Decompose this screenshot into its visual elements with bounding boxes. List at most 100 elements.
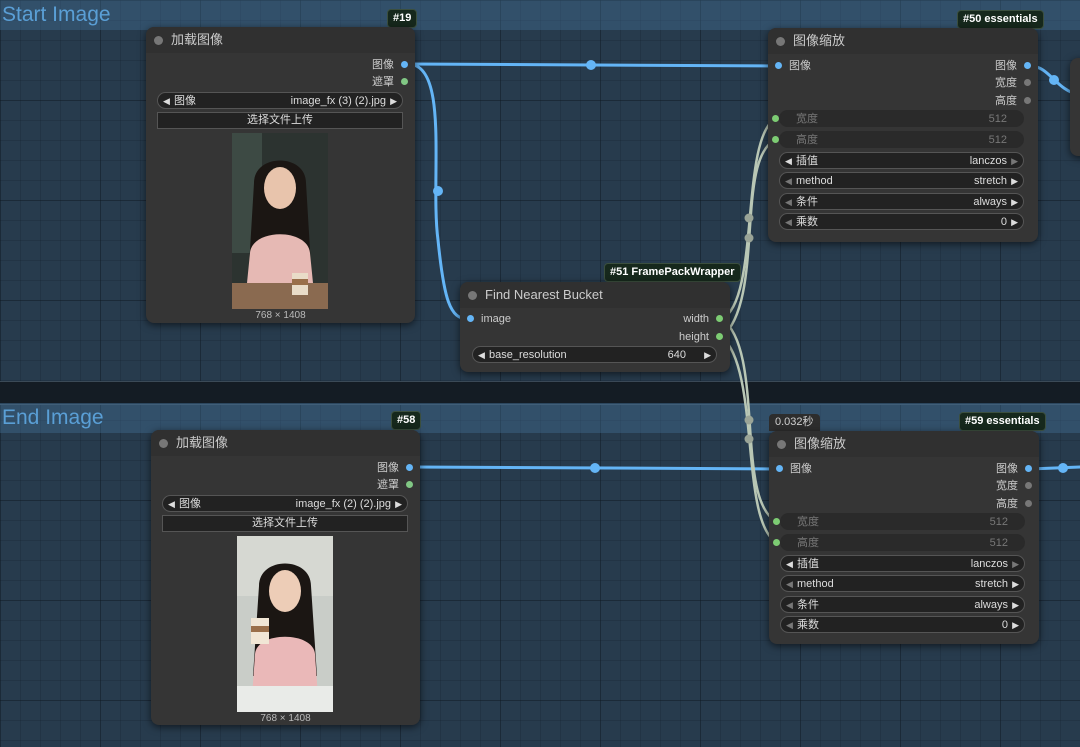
input-image-dot-icon xyxy=(776,465,783,472)
output-image-dot-icon xyxy=(401,61,408,68)
output-height-dot-icon xyxy=(1025,500,1032,507)
collapse-dot-icon[interactable] xyxy=(777,440,786,449)
method-widget[interactable]: ◀ method stretch ▶ xyxy=(779,172,1024,189)
arrow-left-icon: ◀ xyxy=(786,559,793,569)
load-image-node-end[interactable]: 加载图像 图像 遮罩 ◀ 图像 image_fx (2) (2).jpg ▶ 选… xyxy=(151,430,420,725)
node-title: 图像缩放 xyxy=(793,33,846,48)
node-id-badge: #51 FramePackWrapper xyxy=(604,263,741,282)
node-title: 加载图像 xyxy=(171,32,224,47)
collapse-dot-icon[interactable] xyxy=(154,36,163,45)
node-id-badge: #58 xyxy=(391,411,422,430)
output-mask[interactable]: 遮罩 xyxy=(377,478,413,492)
output-height[interactable]: 高度 xyxy=(996,497,1032,511)
method-widget[interactable]: ◀ method stretch ▶ xyxy=(780,575,1025,592)
arrow-left-icon: ◀ xyxy=(163,96,170,106)
output-image[interactable]: 图像 xyxy=(372,58,408,72)
base-resolution-widget[interactable]: ◀ base_resolution 640 ▶ xyxy=(472,346,717,363)
multiplier-widget[interactable]: ◀ 乘数 0 ▶ xyxy=(780,616,1025,633)
multiplier-widget[interactable]: ◀ 乘数 0 ▶ xyxy=(779,213,1024,230)
output-height[interactable]: 高度 xyxy=(995,94,1031,108)
arrow-right-icon: ▶ xyxy=(1012,579,1019,589)
node-title-bar[interactable]: 图像缩放 xyxy=(769,431,1039,457)
output-mask-dot-icon xyxy=(406,481,413,488)
image-resize-node-start[interactable]: 图像缩放 图像 图像 宽度 高度 宽度 512 高度 512 ◀ 插值 lanczos ▶… xyxy=(768,28,1038,242)
output-image[interactable]: 图像 xyxy=(377,461,413,475)
output-height-dot-icon xyxy=(1024,97,1031,104)
input-image-dot-icon xyxy=(775,62,782,69)
interpolation-widget[interactable]: ◀ 插值 lanczos ▶ xyxy=(779,152,1024,169)
width-widget[interactable]: 宽度 512 xyxy=(780,513,1025,530)
input-height-dot-icon[interactable] xyxy=(773,539,780,546)
height-widget[interactable]: 高度 512 xyxy=(780,534,1025,551)
output-width[interactable]: 宽度 xyxy=(996,479,1032,493)
collapse-dot-icon[interactable] xyxy=(159,439,168,448)
arrow-left-icon: ◀ xyxy=(785,197,792,207)
output-image-dot-icon xyxy=(1025,465,1032,472)
condition-widget[interactable]: ◀ 条件 always ▶ xyxy=(780,596,1025,613)
arrow-left-icon: ◀ xyxy=(785,217,792,227)
image-preview xyxy=(232,133,328,309)
arrow-right-icon: ▶ xyxy=(704,350,711,360)
node-title-bar[interactable]: 加载图像 xyxy=(146,27,415,53)
arrow-left-icon: ◀ xyxy=(786,579,793,589)
node-title-bar[interactable]: Find Nearest Bucket xyxy=(460,282,730,308)
output-width-dot-icon xyxy=(1025,482,1032,489)
image-select-widget[interactable]: ◀ 图像 image_fx (3) (2).jpg ▶ xyxy=(157,92,403,109)
arrow-right-icon: ▶ xyxy=(395,499,402,509)
image-select-widget[interactable]: ◀ 图像 image_fx (2) (2).jpg ▶ xyxy=(162,495,408,512)
condition-widget[interactable]: ◀ 条件 always ▶ xyxy=(779,193,1024,210)
output-image[interactable]: 图像 xyxy=(996,462,1032,476)
input-height-dot-icon[interactable] xyxy=(772,136,779,143)
collapse-dot-icon[interactable] xyxy=(468,291,477,300)
load-image-node-start[interactable]: 加载图像 图像 遮罩 ◀ 图像 image_fx (3) (2).jpg ▶ 选… xyxy=(146,27,415,323)
arrow-right-icon: ▶ xyxy=(1011,217,1018,227)
collapse-dot-icon[interactable] xyxy=(776,37,785,46)
input-width-dot-icon[interactable] xyxy=(773,518,780,525)
execution-time-label: 0.032秒 xyxy=(769,414,820,431)
output-mask[interactable]: 遮罩 xyxy=(372,75,408,89)
image-size-label: 768 × 1408 xyxy=(260,713,311,724)
arrow-right-icon: ▶ xyxy=(1011,156,1018,166)
node-title-bar[interactable]: 加载图像 xyxy=(151,430,420,456)
input-width-dot-icon[interactable] xyxy=(772,115,779,122)
node-title: 图像缩放 xyxy=(794,436,847,451)
arrow-right-icon: ▶ xyxy=(1011,176,1018,186)
output-image-dot-icon xyxy=(1024,62,1031,69)
interpolation-widget[interactable]: ◀ 插值 lanczos ▶ xyxy=(780,555,1025,572)
output-image-dot-icon xyxy=(406,464,413,471)
arrow-left-icon: ◀ xyxy=(478,350,485,360)
arrow-left-icon: ◀ xyxy=(168,499,175,509)
node-title: Find Nearest Bucket xyxy=(485,287,603,302)
output-width[interactable]: width xyxy=(683,312,723,326)
width-widget[interactable]: 宽度 512 xyxy=(779,110,1024,127)
upload-button[interactable]: 选择文件上传 xyxy=(162,515,408,532)
output-height[interactable]: height xyxy=(679,330,723,344)
output-width[interactable]: 宽度 xyxy=(995,76,1031,90)
image-preview xyxy=(237,536,333,712)
arrow-right-icon: ▶ xyxy=(1011,197,1018,207)
arrow-right-icon: ▶ xyxy=(1012,559,1019,569)
arrow-left-icon: ◀ xyxy=(786,600,793,610)
image-resize-node-end[interactable]: 图像缩放 图像 图像 宽度 高度 宽度 512 高度 512 ◀ 插值 lanczos ▶… xyxy=(769,431,1039,644)
output-width-dot-icon xyxy=(716,315,723,322)
arrow-left-icon: ◀ xyxy=(786,620,793,630)
output-width-dot-icon xyxy=(1024,79,1031,86)
find-nearest-bucket-node[interactable]: Find Nearest Bucket image width height ◀… xyxy=(460,282,730,372)
upload-button[interactable]: 选择文件上传 xyxy=(157,112,403,129)
node-id-badge: #59 essentials xyxy=(959,412,1046,431)
output-height-dot-icon xyxy=(716,333,723,340)
arrow-right-icon: ▶ xyxy=(1012,620,1019,630)
input-image-dot-icon xyxy=(467,315,474,322)
arrow-left-icon: ◀ xyxy=(785,176,792,186)
input-image[interactable]: 图像 xyxy=(775,59,811,73)
input-image[interactable]: image xyxy=(467,312,511,326)
node-title-bar[interactable]: 图像缩放 xyxy=(768,28,1038,54)
arrow-left-icon: ◀ xyxy=(785,156,792,166)
node-id-badge: #50 essentials xyxy=(957,10,1044,29)
node-title: 加载图像 xyxy=(176,435,229,450)
arrow-right-icon: ▶ xyxy=(390,96,397,106)
input-image[interactable]: 图像 xyxy=(776,462,812,476)
offscreen-node[interactable] xyxy=(1070,58,1080,156)
height-widget[interactable]: 高度 512 xyxy=(779,131,1024,148)
output-image[interactable]: 图像 xyxy=(995,59,1031,73)
